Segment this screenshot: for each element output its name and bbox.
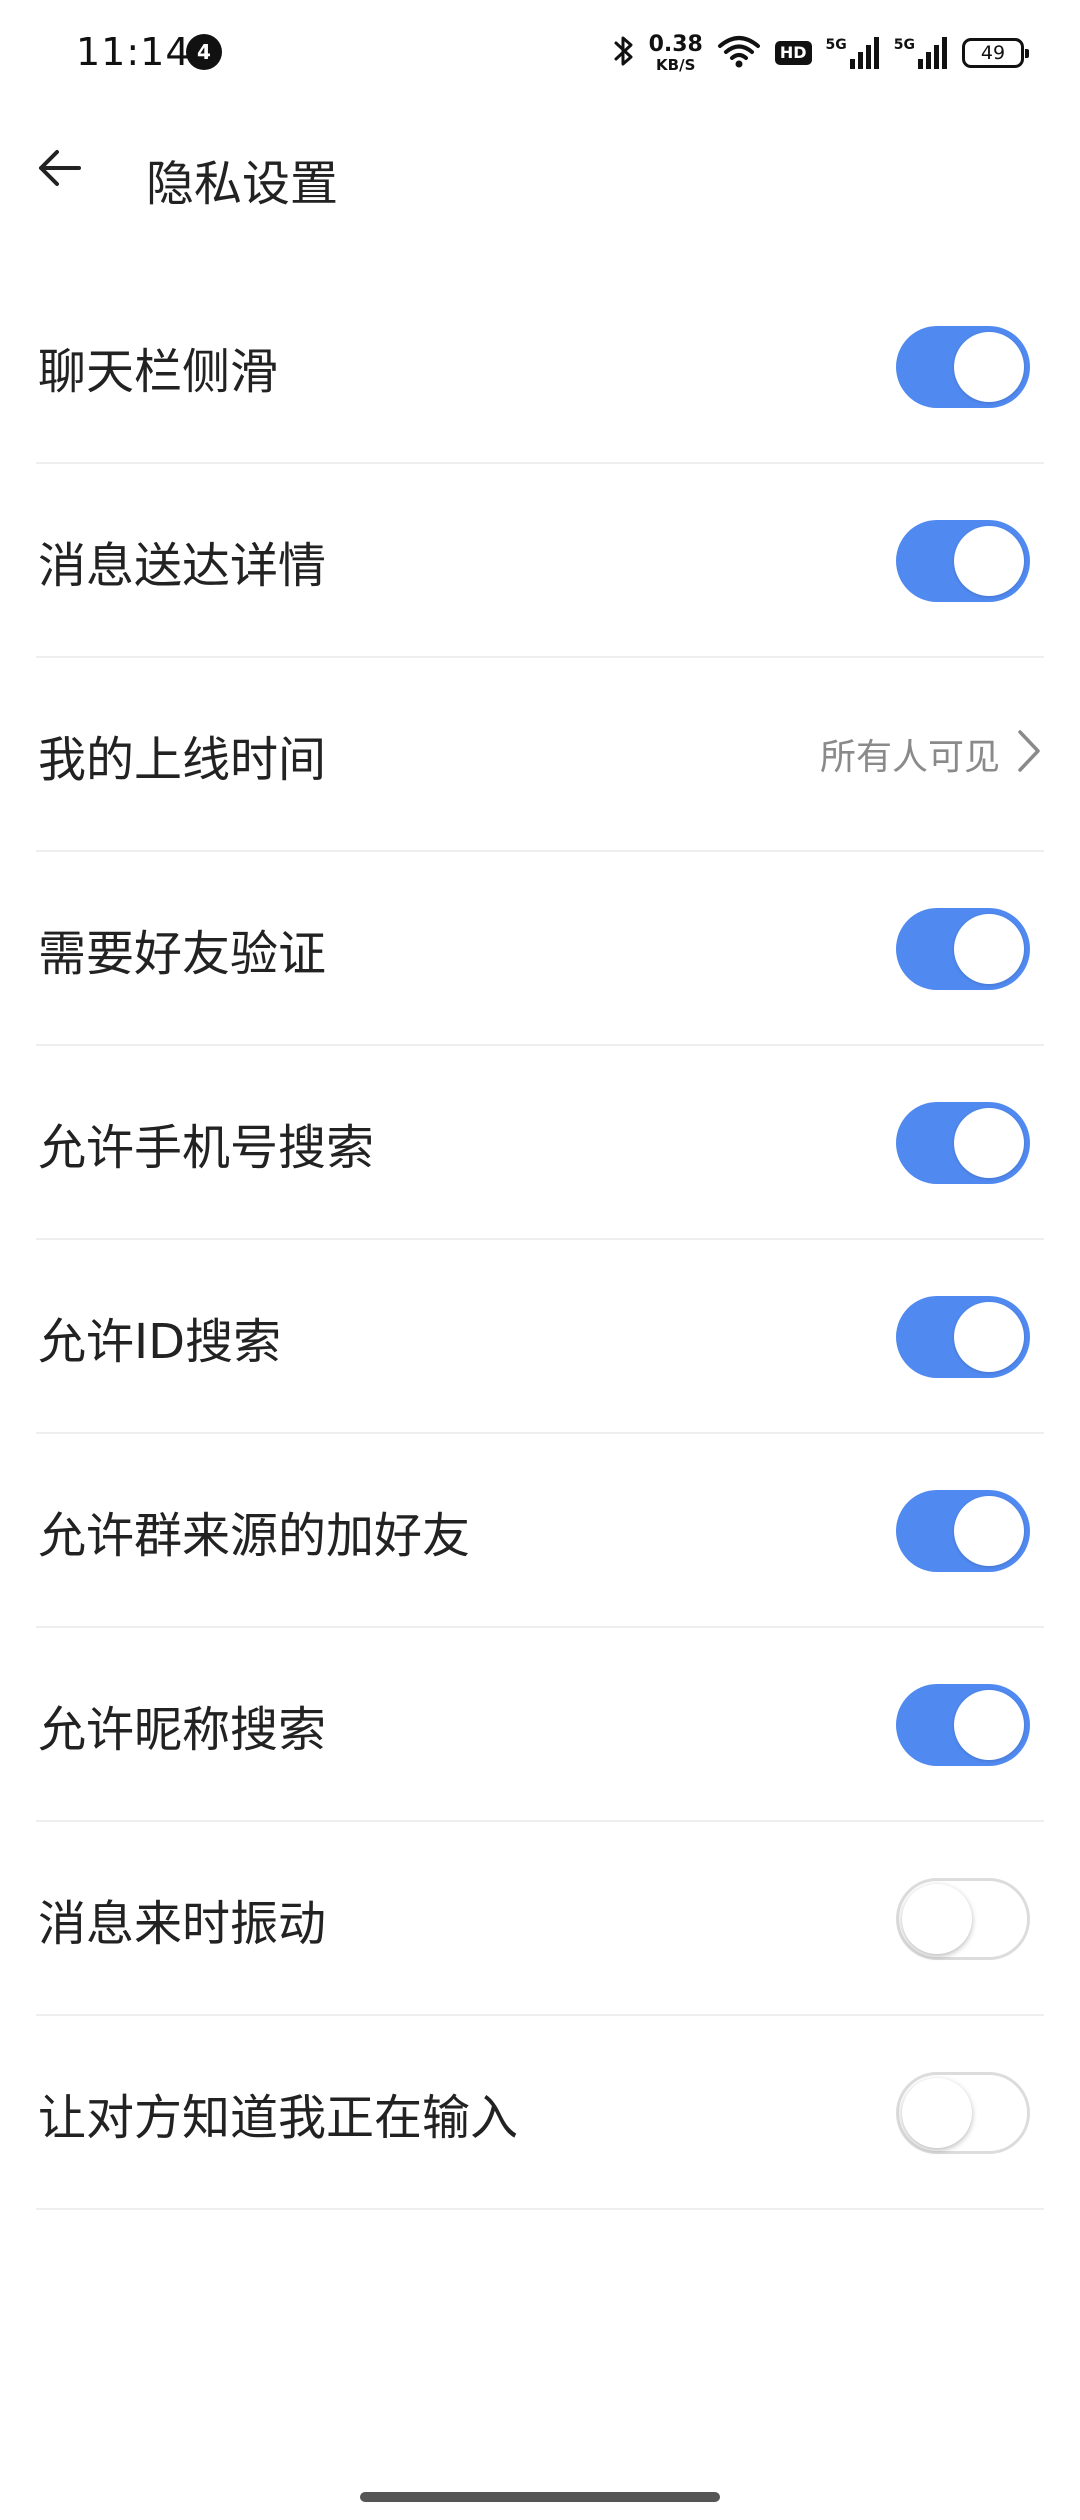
setting-label: 允许ID搜索 [38, 1314, 282, 1370]
toggle-knob [902, 1884, 972, 1954]
toggle-knob [954, 332, 1024, 402]
toggle-knob [954, 1302, 1024, 1372]
setting-row-typing-indicator: 让对方知道我正在输入 [36, 2016, 1044, 2210]
setting-label: 消息来时振动 [38, 1896, 327, 1952]
setting-label: 消息送达详情 [38, 538, 327, 594]
signal-5g-icon-2: 5G [894, 37, 948, 69]
toggle-knob [954, 526, 1024, 596]
notification-count-badge: 4 [186, 34, 222, 70]
setting-label: 需要好友验证 [38, 926, 327, 982]
status-icons: 0.38 KB/S HD 5G 5G 49 [613, 28, 1029, 78]
status-time: 11:14 [76, 30, 191, 74]
setting-row-nickname-search: 允许昵称搜索 [36, 1628, 1044, 1822]
battery-level: 49 [980, 42, 1006, 64]
setting-label: 让对方知道我正在输入 [38, 2090, 519, 2146]
setting-row-message-vibrate: 消息来时振动 [36, 1822, 1044, 2016]
setting-label: 允许昵称搜索 [38, 1702, 327, 1758]
battery-icon: 49 [962, 38, 1029, 68]
status-bar: 11:14 4 0.38 KB/S HD 5G 5G 49 [0, 0, 1080, 110]
home-indicator[interactable] [360, 2492, 720, 2502]
toggle-knob [954, 914, 1024, 984]
network-speed-value: 0.38 [648, 31, 703, 57]
friend-verification-toggle[interactable] [896, 908, 1030, 990]
signal-2-label: 5G [893, 37, 915, 53]
setting-row-group-add-friend: 允许群来源的加好友 [36, 1434, 1044, 1628]
typing-indicator-toggle[interactable] [896, 2072, 1030, 2154]
arrow-left-icon [37, 148, 83, 192]
signal-1-label: 5G [825, 37, 847, 53]
setting-row-chat-swipe: 聊天栏侧滑 [36, 270, 1044, 464]
id-search-toggle[interactable] [896, 1296, 1030, 1378]
network-speed-unit: KB/S [656, 55, 696, 74]
setting-row-id-search: 允许ID搜索 [36, 1240, 1044, 1434]
nickname-search-toggle[interactable] [896, 1684, 1030, 1766]
hd-voice-icon: HD [774, 41, 812, 65]
signal-5g-icon: 5G [826, 37, 880, 69]
bluetooth-icon [613, 34, 635, 72]
network-speed: 0.38 KB/S [648, 31, 703, 74]
setting-row-delivery-details: 消息送达详情 [36, 464, 1044, 658]
app-header: 隐私设置 [0, 110, 1080, 240]
wifi-icon [717, 34, 761, 72]
page-title: 隐私设置 [146, 156, 339, 212]
toggle-knob [954, 1690, 1024, 1760]
delivery-details-toggle[interactable] [896, 520, 1030, 602]
phone-search-toggle[interactable] [896, 1102, 1030, 1184]
toggle-knob [954, 1108, 1024, 1178]
group-add-friend-toggle[interactable] [896, 1490, 1030, 1572]
setting-row-phone-search: 允许手机号搜索 [36, 1046, 1044, 1240]
setting-row-online-time[interactable]: 我的上线时间 所有人可见 [36, 658, 1044, 852]
chevron-right-icon [1014, 726, 1044, 776]
online-time-visibility-value: 所有人可见 [819, 737, 1000, 778]
setting-row-friend-verification: 需要好友验证 [36, 852, 1044, 1046]
setting-label: 允许手机号搜索 [38, 1120, 375, 1176]
settings-list: 聊天栏侧滑 消息送达详情 我的上线时间 所有人可见 需要好友验证 允许手机号搜索… [0, 270, 1080, 2210]
message-vibrate-toggle[interactable] [896, 1878, 1030, 1960]
toggle-knob [902, 2078, 972, 2148]
setting-label: 允许群来源的加好友 [38, 1508, 471, 1564]
chat-swipe-toggle[interactable] [896, 326, 1030, 408]
setting-label: 聊天栏侧滑 [38, 344, 279, 400]
back-button[interactable] [30, 140, 90, 200]
toggle-knob [954, 1496, 1024, 1566]
setting-label: 我的上线时间 [38, 732, 327, 788]
